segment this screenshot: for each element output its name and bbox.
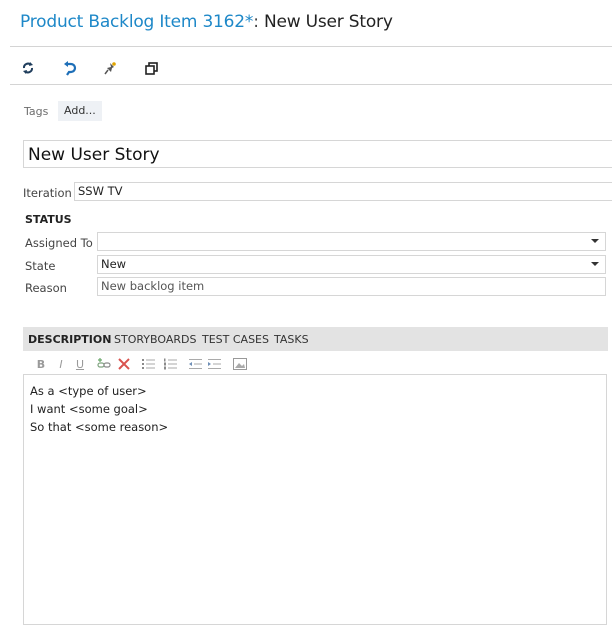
chevron-down-icon bbox=[591, 239, 599, 243]
bold-button[interactable]: B bbox=[35, 356, 47, 372]
description-editor[interactable]: As a <type of user> I want <some goal> S… bbox=[23, 374, 607, 625]
remove-format-button[interactable] bbox=[117, 356, 131, 372]
insert-image-button[interactable] bbox=[232, 356, 248, 372]
copy-button[interactable] bbox=[142, 59, 160, 77]
title-separator: : bbox=[253, 12, 264, 32]
header-divider bbox=[10, 46, 612, 47]
status-section-header: STATUS bbox=[25, 213, 72, 226]
state-value: New bbox=[101, 257, 127, 271]
reason-label: Reason bbox=[25, 281, 67, 295]
pin-button[interactable] bbox=[101, 59, 119, 77]
tab-storyboards[interactable]: STORYBOARDS bbox=[114, 333, 196, 346]
tags-label: Tags bbox=[24, 105, 49, 118]
image-icon bbox=[233, 358, 247, 370]
outdent-icon bbox=[188, 359, 202, 369]
chevron-down-icon bbox=[591, 262, 599, 266]
iteration-label: Iteration bbox=[23, 186, 72, 200]
refresh-button[interactable] bbox=[19, 59, 37, 77]
increase-indent-button[interactable] bbox=[206, 356, 222, 372]
italic-button[interactable]: I bbox=[55, 356, 67, 372]
indent-icon bbox=[207, 359, 221, 369]
tab-test-cases[interactable]: TEST CASES bbox=[202, 333, 269, 346]
decrease-indent-button[interactable] bbox=[187, 356, 203, 372]
tab-tasks[interactable]: TASKS bbox=[274, 333, 309, 346]
assigned-to-dropdown[interactable] bbox=[97, 232, 606, 251]
undo-icon bbox=[64, 60, 77, 76]
state-label: State bbox=[25, 259, 56, 273]
add-tag-button[interactable]: Add... bbox=[58, 101, 102, 121]
work-item-title: New User Story bbox=[263, 12, 393, 32]
numbered-list-button[interactable] bbox=[162, 356, 178, 372]
tab-bar: DESCRIPTION STORYBOARDS TEST CASES TASKS bbox=[23, 327, 608, 351]
bullet-list-button[interactable] bbox=[140, 356, 156, 372]
page-title: Product Backlog Item 3162*: New User Sto… bbox=[20, 12, 393, 32]
pin-icon bbox=[103, 61, 116, 74]
bullet-list-icon bbox=[141, 359, 155, 369]
link-icon bbox=[96, 358, 111, 368]
underline-button[interactable]: U bbox=[74, 356, 86, 372]
work-item-type-id: Product Backlog Item 3162* bbox=[20, 12, 254, 32]
copy-icon bbox=[144, 61, 158, 75]
description-line: I want <some goal> bbox=[30, 402, 148, 416]
tab-description[interactable]: DESCRIPTION bbox=[28, 333, 111, 346]
refresh-icon bbox=[23, 62, 33, 74]
assigned-to-label: Assigned To bbox=[25, 236, 93, 250]
undo-button[interactable] bbox=[61, 59, 79, 77]
toolbar-divider bbox=[10, 84, 612, 85]
title-input[interactable]: New User Story bbox=[23, 140, 612, 168]
numbered-list-icon bbox=[163, 358, 177, 370]
description-line: So that <some reason> bbox=[30, 420, 169, 434]
description-line: As a <type of user> bbox=[30, 384, 147, 398]
insert-link-button[interactable] bbox=[96, 356, 112, 372]
reason-field[interactable]: New backlog item bbox=[97, 277, 606, 296]
iteration-field[interactable]: SSW TV bbox=[74, 182, 612, 201]
state-dropdown[interactable]: New bbox=[97, 255, 606, 274]
close-icon bbox=[118, 358, 130, 370]
